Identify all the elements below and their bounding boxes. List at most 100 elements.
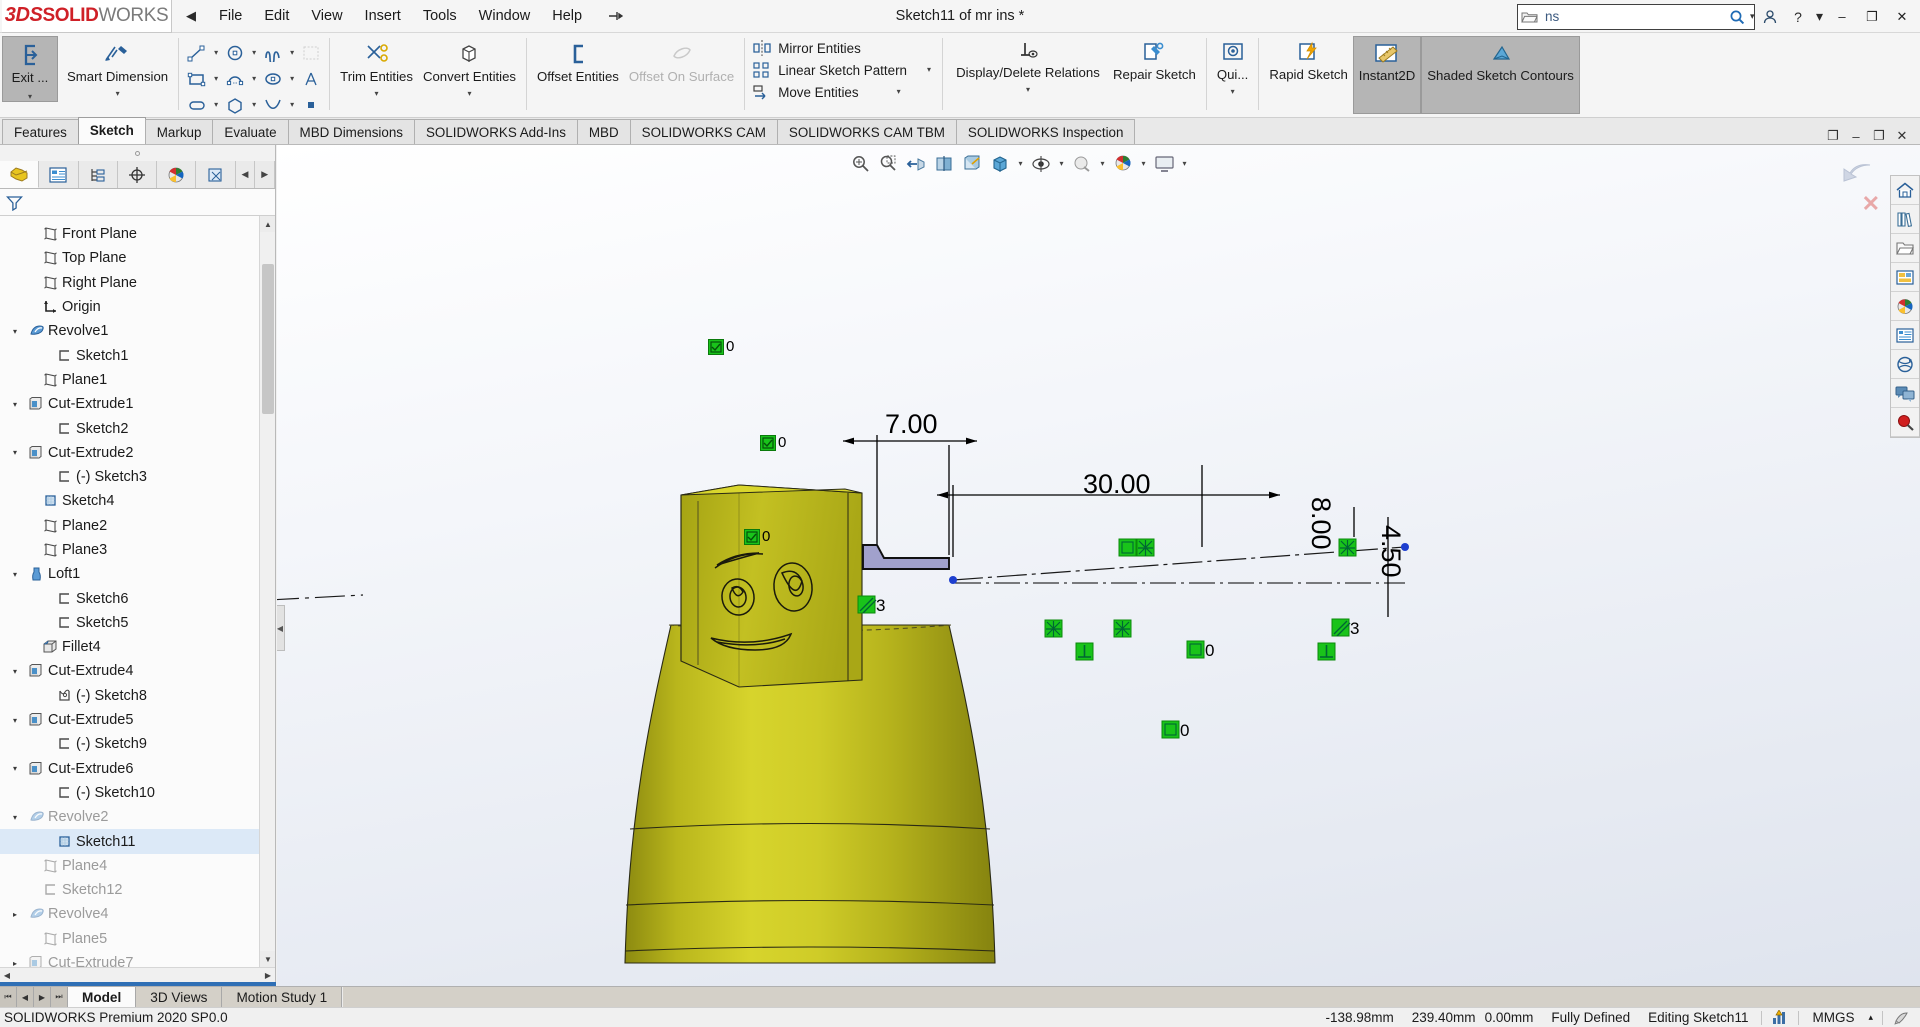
grid-tool-button[interactable] [298, 41, 324, 65]
expand-toggle-icon[interactable]: ▸ [6, 910, 24, 919]
feature-tree-item-sketch8[interactable]: (-) Sketch8 [0, 684, 275, 708]
slot-tool-caret[interactable]: ▾ [210, 93, 222, 117]
feature-tree-item-sketch1[interactable]: Sketch1 [0, 343, 275, 367]
appearances-scenes-icon[interactable] [1891, 292, 1919, 321]
help-caret-icon[interactable]: ▾ [1813, 4, 1826, 30]
dimension-30-label[interactable]: 30.00 [1083, 469, 1151, 499]
feature-tree-item-sketch10[interactable]: (-) Sketch10 [0, 781, 275, 805]
custom-properties-icon[interactable] [1891, 321, 1919, 350]
search-input[interactable] [1543, 8, 1724, 25]
polygon-tool-caret[interactable]: ▾ [248, 93, 260, 117]
tab-solidworks-add-ins[interactable]: SOLIDWORKS Add-Ins [413, 119, 578, 144]
relation-zero-badge-3[interactable]: 0 [744, 528, 770, 545]
tab-features[interactable]: Features [2, 119, 79, 144]
tab-markup[interactable]: Markup [144, 119, 214, 144]
feature-tree-item-right-plane[interactable]: Right Plane [0, 271, 275, 295]
circle-tool-button[interactable] [222, 41, 248, 65]
feature-tree-hscrollbar[interactable]: ◀ ▶ [0, 967, 275, 982]
feature-tree-item-cut-extrude1[interactable]: ▾ Cut-Extrude1 [0, 392, 275, 416]
tabstrip-next-button[interactable]: ▶ [255, 161, 275, 188]
feature-tree-item-sketch12[interactable]: Sketch12 [0, 878, 275, 902]
expand-toggle-icon[interactable]: ▾ [6, 764, 24, 773]
spline-tool-caret[interactable]: ▾ [286, 41, 298, 65]
polygon-tool-button[interactable] [222, 93, 248, 117]
feature-tree-item-revolve1[interactable]: ▾ Revolve1 [0, 319, 275, 343]
menu-collapse-arrow[interactable]: ◀ [186, 8, 196, 24]
expand-toggle-icon[interactable]: ▸ [6, 959, 24, 967]
home-icon[interactable] [1891, 176, 1919, 205]
menu-item-tools[interactable]: Tools [412, 4, 468, 28]
arc-tool-caret[interactable]: ▾ [248, 67, 260, 91]
text-tool-button[interactable] [298, 67, 324, 91]
quick-snaps-button[interactable]: Qui... ▾ [1212, 36, 1254, 96]
user-account-icon[interactable] [1757, 4, 1783, 30]
tab-mbd[interactable]: MBD [576, 119, 631, 144]
feature-tree-item-plane5[interactable]: Plane5 [0, 927, 275, 951]
expand-toggle-icon[interactable]: ▾ [6, 327, 24, 336]
linear-sketch-pattern-row[interactable]: Linear Sketch Pattern ▾ [750, 59, 937, 81]
display-delete-relations-button[interactable]: Display/Delete Relations ▾ [948, 36, 1108, 94]
tab-last-button[interactable]: ⏭ [51, 987, 68, 1007]
active-sketch-region[interactable] [862, 544, 950, 570]
convert-entities-button[interactable]: Convert Entities ▾ [418, 36, 521, 98]
quick-snaps-caret[interactable]: ▾ [1231, 88, 1235, 96]
arc-tool-button[interactable] [222, 67, 248, 91]
trim-entities-button[interactable]: Trim Entities ▾ [335, 36, 418, 98]
instant2d-button[interactable]: Instant2D [1352, 36, 1422, 114]
settings-icon[interactable] [1887, 1010, 1916, 1025]
expand-toggle-icon[interactable]: ▾ [6, 716, 24, 725]
tab-solidworks-cam[interactable]: SOLIDWORKS CAM [629, 119, 778, 144]
feature-tree-item-sketch5[interactable]: Sketch5 [0, 611, 275, 635]
display-manager-tab[interactable] [157, 161, 197, 188]
panel-grip[interactable] [0, 145, 275, 161]
relation-zero-badge-1[interactable]: 0 [708, 338, 734, 355]
menu-item-file[interactable]: File [208, 4, 253, 28]
bottom-tab-3d-views[interactable]: 3D Views [136, 987, 223, 1007]
menu-item-view[interactable]: View [300, 4, 353, 28]
model-viewport[interactable]: 7.00 30.00 8.00 4.50 0 0 3 3 [277, 145, 1920, 986]
feature-tree-tab[interactable] [0, 161, 40, 188]
repair-sketch-button[interactable]: Repair Sketch [1108, 36, 1201, 82]
solidworks-forum-icon[interactable] [1891, 379, 1919, 408]
feature-tree-item-sketch11[interactable]: Sketch11 [0, 829, 275, 854]
configuration-manager-tab[interactable] [78, 161, 118, 188]
display-delete-relations-caret[interactable]: ▾ [1026, 86, 1030, 94]
rectangle-tool-caret[interactable]: ▾ [210, 67, 222, 91]
tab-sketch[interactable]: Sketch [77, 117, 146, 144]
feature-tree-item-sketch9[interactable]: (-) Sketch9 [0, 732, 275, 756]
cam-tab[interactable] [196, 161, 236, 188]
feature-tree-item-front-plane[interactable]: Front Plane [0, 222, 275, 246]
tab-prev-button[interactable]: ◀ [17, 987, 34, 1007]
status-units[interactable]: MMGS [1803, 1010, 1863, 1025]
feature-tree-item-cut-extrude6[interactable]: ▾ Cut-Extrude6 [0, 757, 275, 781]
hscroll-left-arrow[interactable]: ◀ [0, 971, 14, 980]
feature-tree-item-plane3[interactable]: Plane3 [0, 538, 275, 562]
line-tool-caret[interactable]: ▾ [210, 41, 222, 65]
feature-tree-item-plane4[interactable]: Plane4 [0, 854, 275, 878]
feature-tree-item-sketch4[interactable]: Sketch4 [0, 489, 275, 513]
tab-next-button[interactable]: ▶ [34, 987, 51, 1007]
spline-tool-button[interactable] [260, 41, 286, 65]
help-icon[interactable]: ? [1785, 4, 1811, 30]
exit-sketch-button[interactable]: Exit ... ▾ [2, 36, 58, 102]
feature-tree-scrollbar[interactable]: ▲ ▼ [259, 216, 275, 967]
expand-toggle-icon[interactable]: ▾ [6, 570, 24, 579]
tab-solidworks-inspection[interactable]: SOLIDWORKS Inspection [955, 119, 1136, 144]
shaded-sketch-contours-button[interactable]: Shaded Sketch Contours [1421, 36, 1580, 114]
feature-tree-item-plane2[interactable]: Plane2 [0, 514, 275, 538]
menu-item-insert[interactable]: Insert [354, 4, 412, 28]
rectangle-tool-button[interactable] [184, 67, 210, 91]
close-pane-icon[interactable]: ✕ [1862, 191, 1880, 217]
point-tool-button[interactable] [298, 93, 324, 117]
panel-collapse-arrow[interactable]: ◀ [277, 605, 285, 651]
dimension-8-label[interactable]: 8.00 [1306, 497, 1336, 550]
trim-entities-caret[interactable]: ▾ [375, 90, 379, 98]
feature-tree-item-cut-extrude5[interactable]: ▾ Cut-Extrude5 [0, 708, 275, 732]
parabola-tool-button[interactable] [260, 93, 286, 117]
feature-tree-item-sketch3[interactable]: (-) Sketch3 [0, 465, 275, 489]
dimension-450-label[interactable]: 4.50 [1376, 525, 1406, 578]
rapid-sketch-button[interactable]: Rapid Sketch [1264, 36, 1352, 82]
tab-evaluate[interactable]: Evaluate [212, 119, 289, 144]
slot-tool-button[interactable] [184, 93, 210, 117]
move-entities-row[interactable]: Move Entities ▾ [750, 81, 906, 103]
